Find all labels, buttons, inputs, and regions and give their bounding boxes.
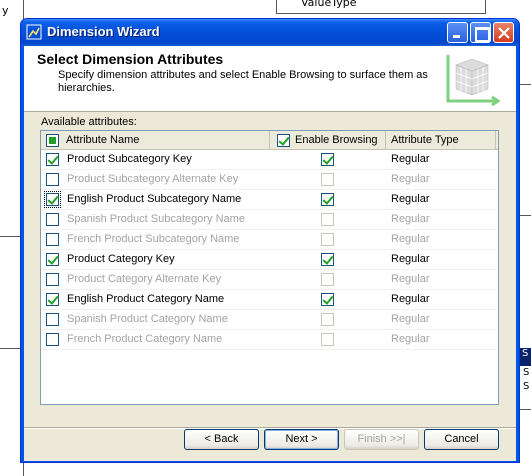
column-header-attribute-name[interactable]: Attribute Name <box>41 131 270 149</box>
wizard-client-area: Select Dimension Attributes Specify dime… <box>24 46 516 461</box>
table-row[interactable]: English Product Subcategory Name Regular <box>41 190 498 210</box>
close-button[interactable] <box>493 22 514 43</box>
enable-browsing-all-checkbox[interactable] <box>277 134 290 147</box>
attribute-type[interactable]: Regular <box>391 153 430 165</box>
attribute-select-checkbox[interactable] <box>46 153 59 166</box>
background-right-row: S <box>523 381 530 392</box>
attribute-type[interactable]: Regular <box>391 333 430 345</box>
column-header-attribute-type[interactable]: Attribute Type <box>386 131 496 149</box>
attribute-select-checkbox[interactable] <box>46 253 59 266</box>
attribute-select-checkbox[interactable] <box>44 191 61 208</box>
attribute-type[interactable]: Regular <box>391 273 430 285</box>
table-row[interactable]: Product Subcategory Key Regular <box>41 150 498 170</box>
column-header-label: Enable Browsing <box>295 134 378 146</box>
table-row[interactable]: Product Category Alternate Key Regular <box>41 270 498 290</box>
attribute-type[interactable]: Regular <box>391 193 430 205</box>
background-line <box>0 348 22 349</box>
attribute-type[interactable]: Regular <box>391 313 430 325</box>
attribute-name: English Product Subcategory Name <box>67 193 242 205</box>
column-header-label: Attribute Name <box>66 134 140 146</box>
attributes-grid: Attribute Name Enable Browsing Attribute… <box>40 130 499 405</box>
attribute-name: English Product Category Name <box>67 293 225 305</box>
wizard-header: Select Dimension Attributes Specify dime… <box>24 46 516 112</box>
maximize-button[interactable] <box>470 22 491 43</box>
minimize-button[interactable] <box>447 22 468 43</box>
select-all-checkbox[interactable] <box>46 134 59 147</box>
enable-browsing-checkbox[interactable] <box>321 333 334 346</box>
attribute-name: Product Subcategory Alternate Key <box>67 173 239 185</box>
attribute-type[interactable]: Regular <box>391 233 430 245</box>
enable-browsing-checkbox[interactable] <box>321 153 334 166</box>
attribute-select-checkbox[interactable] <box>46 173 59 186</box>
available-attributes-label: Available attributes: <box>41 116 137 128</box>
page-description: Specify dimension attributes and select … <box>58 69 428 94</box>
attribute-select-checkbox[interactable] <box>46 333 59 346</box>
dimension-wizard-window: Dimension Wizard Select Dimension Attrib… <box>20 18 520 463</box>
attribute-name: French Product Category Name <box>67 333 223 345</box>
attribute-select-checkbox[interactable] <box>46 213 59 226</box>
dimension-cube-graphic <box>446 55 501 107</box>
finish-button[interactable]: Finish >>| <box>344 429 419 450</box>
close-icon <box>498 27 510 39</box>
grid-header: Attribute Name Enable Browsing Attribute… <box>41 131 498 150</box>
enable-browsing-checkbox[interactable] <box>321 273 334 286</box>
background-table-box: ValueType <box>276 0 486 14</box>
attribute-type[interactable]: Regular <box>391 173 430 185</box>
back-button[interactable]: < Back <box>184 429 259 450</box>
attribute-select-checkbox[interactable] <box>46 293 59 306</box>
wizard-icon <box>26 24 42 40</box>
attribute-type[interactable]: Regular <box>391 253 430 265</box>
table-row[interactable]: Spanish Product Subcategory Name Regular <box>41 210 498 230</box>
table-row[interactable]: Spanish Product Category Name Regular <box>41 310 498 330</box>
page-title: Select Dimension Attributes <box>37 51 224 67</box>
enable-browsing-checkbox[interactable] <box>321 253 334 266</box>
attribute-select-checkbox[interactable] <box>46 233 59 246</box>
enable-browsing-checkbox[interactable] <box>321 173 334 186</box>
attribute-name: Product Category Key <box>67 253 175 265</box>
next-button[interactable]: Next > <box>264 429 339 450</box>
enable-browsing-checkbox[interactable] <box>321 213 334 226</box>
column-header-enable-browsing[interactable]: Enable Browsing <box>270 131 386 149</box>
enable-browsing-checkbox[interactable] <box>321 233 334 246</box>
table-row[interactable]: French Product Subcategory Name Regular <box>41 230 498 250</box>
attribute-name: Product Category Alternate Key <box>67 273 222 285</box>
background-right-row: S <box>523 367 530 378</box>
attribute-select-checkbox[interactable] <box>46 273 59 286</box>
window-title: Dimension Wizard <box>47 24 160 39</box>
attribute-name: Product Subcategory Key <box>67 153 192 165</box>
enable-browsing-checkbox[interactable] <box>321 313 334 326</box>
table-row[interactable]: French Product Category Name Regular <box>41 330 498 350</box>
cancel-button[interactable]: Cancel <box>424 429 499 450</box>
attribute-name: Spanish Product Subcategory Name <box>67 213 245 225</box>
attribute-select-checkbox[interactable] <box>46 313 59 326</box>
table-row[interactable]: English Product Category Name Regular <box>41 290 498 310</box>
title-bar[interactable]: Dimension Wizard <box>21 19 519 46</box>
attribute-type[interactable]: Regular <box>391 293 430 305</box>
attribute-name: French Product Subcategory Name <box>67 233 240 245</box>
enable-browsing-checkbox[interactable] <box>321 293 334 306</box>
attribute-type[interactable]: Regular <box>391 213 430 225</box>
enable-browsing-checkbox[interactable] <box>321 193 334 206</box>
background-left-text: y <box>2 4 9 17</box>
table-row[interactable]: Product Subcategory Alternate Key Regular <box>41 170 498 190</box>
background-line <box>0 236 22 237</box>
table-row[interactable]: Product Category Key Regular <box>41 250 498 270</box>
background-table-label: ValueType <box>301 0 357 9</box>
attribute-name: Spanish Product Category Name <box>67 313 228 325</box>
